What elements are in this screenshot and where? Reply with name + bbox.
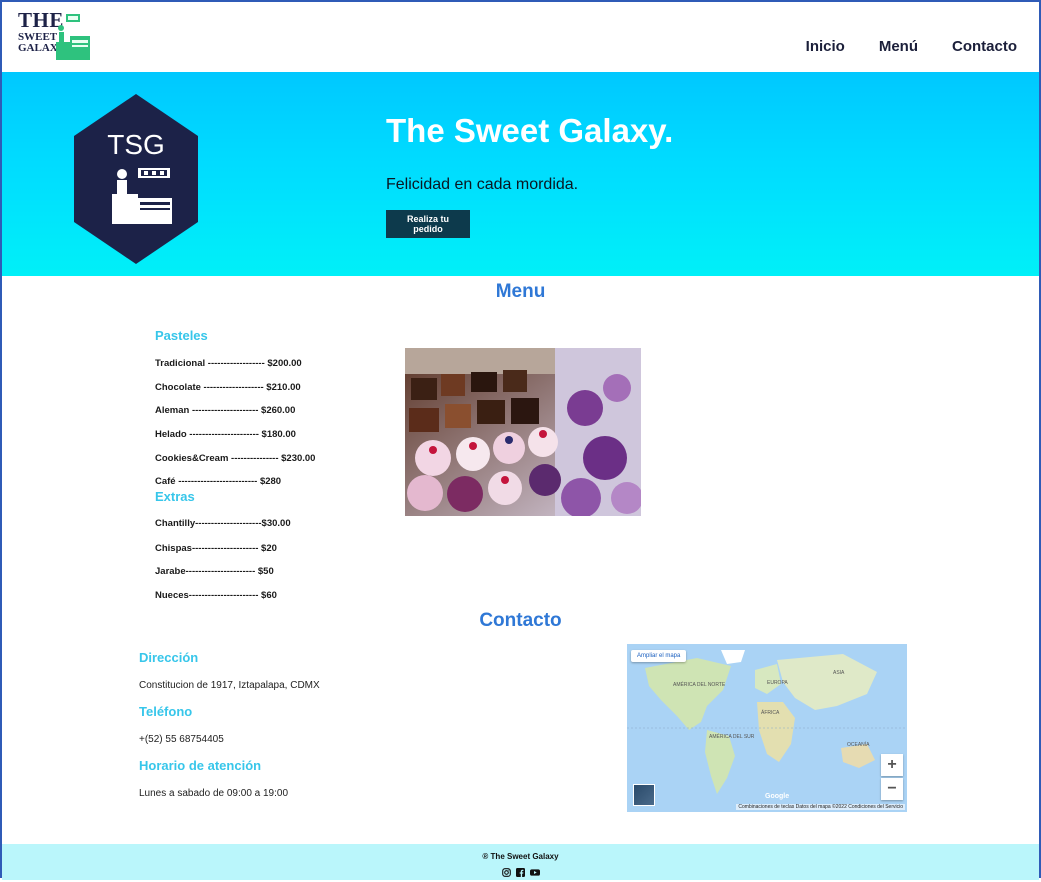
nav-inicio[interactable]: Inicio bbox=[806, 38, 845, 55]
zoom-in-button[interactable]: + bbox=[881, 754, 903, 776]
nav-contacto[interactable]: Contacto bbox=[952, 38, 1017, 55]
menu-item: Café ------------------------- $280 bbox=[155, 476, 282, 487]
site-footer: ® The Sweet Galaxy bbox=[2, 844, 1039, 880]
map-label-sa: AMÉRICA DEL SUR bbox=[709, 734, 755, 740]
category-pasteles: Pasteles bbox=[155, 328, 208, 343]
nav-menu[interactable]: Menú bbox=[879, 38, 918, 55]
google-logo: Google bbox=[765, 793, 790, 800]
hero-banner: TSG The Sweet Galaxy. Felicidad en cada … bbox=[2, 72, 1039, 276]
map-label-europe: EUROPA bbox=[767, 680, 788, 686]
instagram-icon[interactable] bbox=[502, 864, 511, 877]
contact-section-title: Contacto bbox=[479, 610, 562, 631]
hours-title: Horario de atención bbox=[139, 758, 262, 773]
expand-map-button[interactable]: Ampliar el mapa bbox=[631, 650, 687, 662]
menu-item: Chantilly---------------------$30.00 bbox=[155, 518, 291, 529]
menu-item: Chispas--------------------- $20 bbox=[155, 543, 277, 554]
map-label-na: AMÉRICA DEL NORTE bbox=[673, 682, 726, 688]
pastries-photo bbox=[405, 348, 641, 516]
hero-title: The Sweet Galaxy. bbox=[386, 112, 674, 149]
map-label-asia: ASIA bbox=[833, 670, 845, 676]
menu-item: Jarabe---------------------- $50 bbox=[155, 566, 274, 577]
main-nav: Inicio Menú Contacto bbox=[806, 38, 1017, 55]
facebook-icon[interactable] bbox=[516, 864, 525, 877]
address-text: Constitucion de 1917, Iztapalapa, CDMX bbox=[139, 680, 320, 691]
hex-badge-text: TSG bbox=[107, 129, 165, 160]
hours-text: Lunes a sabado de 09:00 a 19:00 bbox=[139, 788, 289, 799]
embedded-map[interactable]: AMÉRICA DEL NORTE EUROPA ASIA ÁFRICA AMÉ… bbox=[627, 644, 907, 812]
tsg-hexagon-logo: TSG bbox=[74, 94, 198, 264]
menu-item: Tradicional ------------------ $200.00 bbox=[155, 358, 302, 369]
phone-text: +(52) 55 68754405 bbox=[139, 734, 224, 745]
category-extras: Extras bbox=[155, 489, 195, 504]
menu-item: Chocolate ------------------- $210.00 bbox=[155, 382, 301, 393]
map-type-toggle[interactable] bbox=[633, 784, 655, 806]
map-label-africa: ÁFRICA bbox=[761, 710, 780, 716]
world-map-graphic bbox=[627, 650, 907, 794]
zoom-out-button[interactable]: − bbox=[881, 778, 903, 800]
map-footer-links[interactable]: Combinaciones de teclas Datos del mapa ©… bbox=[736, 804, 905, 810]
menu-section-title: Menu bbox=[495, 281, 546, 302]
menu-item: Helado ---------------------- $180.00 bbox=[155, 429, 296, 440]
site-logo[interactable]: THE SWEET GALAXY bbox=[18, 10, 92, 64]
social-icons bbox=[2, 864, 1039, 877]
map-label-oceania: OCEANÍA bbox=[847, 742, 870, 748]
phone-title: Teléfono bbox=[139, 704, 193, 719]
address-title: Dirección bbox=[139, 650, 199, 665]
copyright-text: ® The Sweet Galaxy bbox=[482, 852, 559, 861]
menu-item: Cookies&Cream --------------- $230.00 bbox=[155, 453, 316, 464]
order-button[interactable]: Realiza tu pedido bbox=[386, 210, 470, 238]
site-header: THE SWEET GALAXY Inicio Menú Contacto bbox=[2, 2, 1039, 72]
youtube-icon[interactable] bbox=[530, 864, 540, 876]
hero-subtitle: Felicidad en cada mordida. bbox=[386, 176, 579, 193]
menu-item: Aleman --------------------- $260.00 bbox=[155, 405, 296, 416]
menu-item: Nueces---------------------- $60 bbox=[155, 590, 277, 601]
logo-icon bbox=[56, 14, 90, 60]
